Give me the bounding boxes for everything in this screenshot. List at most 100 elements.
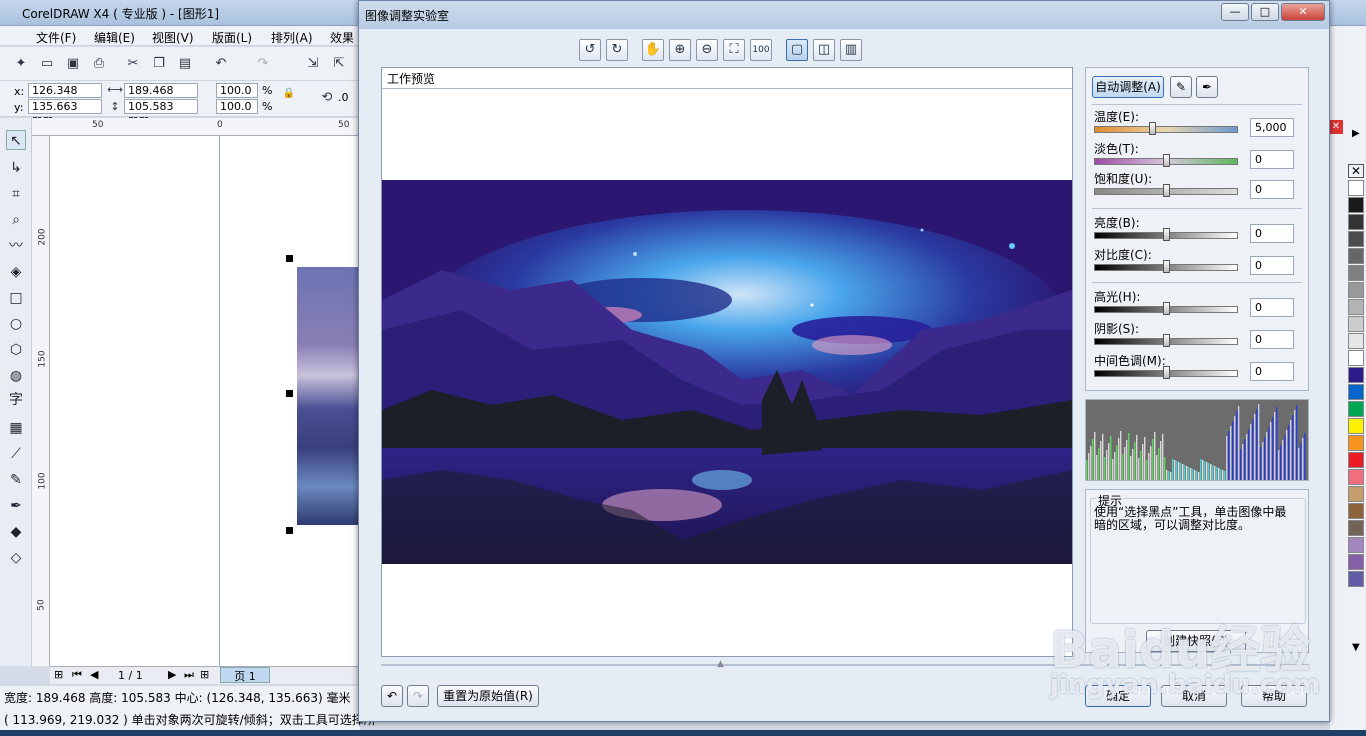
scale-x-field[interactable]: 100.0 [216, 83, 258, 98]
crop-tool-icon[interactable]: ⌗ [6, 184, 26, 204]
rectangle-tool-icon[interactable]: □ [6, 288, 26, 308]
selection-handle[interactable] [286, 255, 293, 262]
add-page-icon[interactable]: ⊞ [200, 668, 209, 681]
outline-tool-icon[interactable]: ✒ [6, 496, 26, 516]
palette-swatch[interactable] [1348, 248, 1364, 264]
palette-swatch[interactable] [1348, 486, 1364, 502]
pick-tool-icon[interactable]: ↖ [6, 130, 26, 150]
rotate-left-icon[interactable]: ↺ [579, 39, 601, 61]
midtones-value-field[interactable]: 0 [1250, 362, 1294, 381]
page-tab[interactable]: 页 1 [220, 667, 270, 683]
dimension-tool-icon[interactable]: ⟋ [6, 444, 26, 464]
selection-handle[interactable] [286, 390, 293, 397]
add-page-icon[interactable]: ⊞ [54, 668, 63, 681]
tint-slider-thumb[interactable] [1163, 154, 1170, 167]
saturation-value-field[interactable]: 0 [1250, 180, 1294, 199]
text-tool-icon[interactable]: 字 [6, 390, 26, 410]
highlights-slider-thumb[interactable] [1163, 302, 1170, 315]
midtones-slider-thumb[interactable] [1163, 366, 1170, 379]
redo-icon[interactable]: ↷ [407, 685, 429, 707]
brightness-slider-thumb[interactable] [1163, 228, 1170, 241]
split-view-icon[interactable]: ◫ [813, 39, 835, 61]
temperature-slider-thumb[interactable] [1148, 122, 1156, 135]
y-field[interactable]: 135.663 mm [28, 99, 102, 126]
minimize-button[interactable]: — [1221, 3, 1249, 21]
select-white-point-icon[interactable]: ✎ [1170, 76, 1192, 98]
last-page-icon[interactable]: ⏭ [184, 668, 194, 682]
contrast-value-field[interactable]: 0 [1250, 256, 1294, 275]
single-view-icon[interactable]: ▢ [786, 39, 808, 61]
fit-icon[interactable]: ⛶ [723, 39, 745, 61]
ellipse-tool-icon[interactable]: ○ [6, 314, 26, 334]
no-color-icon[interactable]: ✕ [1348, 164, 1364, 178]
palette-scroll-up-icon[interactable]: ▶ [1352, 128, 1360, 139]
palette-swatch[interactable] [1348, 282, 1364, 298]
palette-swatch[interactable] [1348, 452, 1364, 468]
interactive-fill-icon[interactable]: ◇ [6, 548, 26, 568]
zoom-100-icon[interactable]: 100 [750, 39, 772, 61]
palette-swatch[interactable] [1348, 350, 1364, 366]
palette-swatch[interactable] [1348, 401, 1364, 417]
x-field[interactable]: 126.348 mm [28, 83, 102, 110]
palette-swatch[interactable] [1348, 503, 1364, 519]
first-page-icon[interactable]: ⏮ [72, 668, 82, 682]
copy-icon[interactable]: ❐ [150, 55, 168, 73]
palette-swatch[interactable] [1348, 299, 1364, 315]
import-icon[interactable]: ⇲ [304, 55, 322, 73]
menu-view[interactable]: 视图(V) [152, 29, 194, 46]
palette-swatch[interactable] [1348, 333, 1364, 349]
freehand-tool-icon[interactable]: 〰 [6, 236, 26, 256]
palette-swatch[interactable] [1348, 469, 1364, 485]
split-vertical-icon[interactable]: ▥ [840, 39, 862, 61]
scale-y-field[interactable]: 100.0 [216, 99, 258, 114]
hand-icon[interactable]: ✋ [642, 39, 664, 61]
print-icon[interactable]: ⎙ [90, 55, 108, 73]
cut-icon[interactable]: ✂ [124, 55, 142, 73]
palette-swatch[interactable] [1348, 265, 1364, 281]
zoom-tool-icon[interactable]: ⌕ [6, 210, 26, 230]
basic-shapes-icon[interactable]: ◍ [6, 366, 26, 386]
next-page-icon[interactable]: ▶ [168, 668, 176, 681]
reset-button[interactable]: 重置为原始值(R) [437, 685, 539, 707]
selection-handle[interactable] [286, 527, 293, 534]
zoom-in-icon[interactable]: ⊕ [669, 39, 691, 61]
palette-swatch[interactable] [1348, 384, 1364, 400]
new-icon[interactable]: ✦ [12, 55, 30, 73]
shape-tool-icon[interactable]: ↳ [6, 158, 26, 178]
temperature-slider[interactable] [1094, 126, 1238, 133]
palette-swatch[interactable] [1348, 231, 1364, 247]
prev-page-icon[interactable]: ◀ [90, 668, 98, 681]
shadows-slider-thumb[interactable] [1163, 334, 1170, 347]
smart-fill-icon[interactable]: ◈ [6, 262, 26, 282]
palette-scroll-down-icon[interactable]: ▼ [1352, 642, 1360, 653]
palette-swatch[interactable] [1348, 180, 1364, 196]
undo-icon[interactable]: ↶ [212, 55, 230, 73]
close-button[interactable]: ✕ [1281, 3, 1325, 21]
zoom-out-icon[interactable]: ⊖ [696, 39, 718, 61]
palette-swatch[interactable] [1348, 367, 1364, 383]
tint-value-field[interactable]: 0 [1250, 150, 1294, 169]
undo-icon[interactable]: ↶ [381, 685, 403, 707]
palette-swatch[interactable] [1348, 554, 1364, 570]
lock-icon[interactable]: 🔒 [280, 85, 298, 103]
shadows-value-field[interactable]: 0 [1250, 330, 1294, 349]
polygon-tool-icon[interactable]: ⬡ [6, 340, 26, 360]
saturation-slider-thumb[interactable] [1163, 184, 1170, 197]
fill-tool-icon[interactable]: ◆ [6, 522, 26, 542]
eyedropper-tool-icon[interactable]: ✎ [6, 470, 26, 490]
save-icon[interactable]: ▣ [64, 55, 82, 73]
temperature-value-field[interactable]: 5,000 [1250, 118, 1294, 137]
highlights-value-field[interactable]: 0 [1250, 298, 1294, 317]
maximize-button[interactable]: □ [1251, 3, 1279, 21]
palette-swatch[interactable] [1348, 435, 1364, 451]
select-black-point-icon[interactable]: ✒ [1196, 76, 1218, 98]
redo-icon[interactable]: ↷ [254, 55, 272, 73]
paste-icon[interactable]: ▤ [176, 55, 194, 73]
auto-adjust-button[interactable]: 自动调整(A) [1092, 76, 1164, 98]
palette-swatch[interactable] [1348, 537, 1364, 553]
palette-swatch[interactable] [1348, 214, 1364, 230]
menu-effects[interactable]: 效果 [330, 29, 354, 46]
rotate-right-icon[interactable]: ↻ [606, 39, 628, 61]
menu-edit[interactable]: 编辑(E) [94, 29, 135, 46]
palette-swatch[interactable] [1348, 520, 1364, 536]
